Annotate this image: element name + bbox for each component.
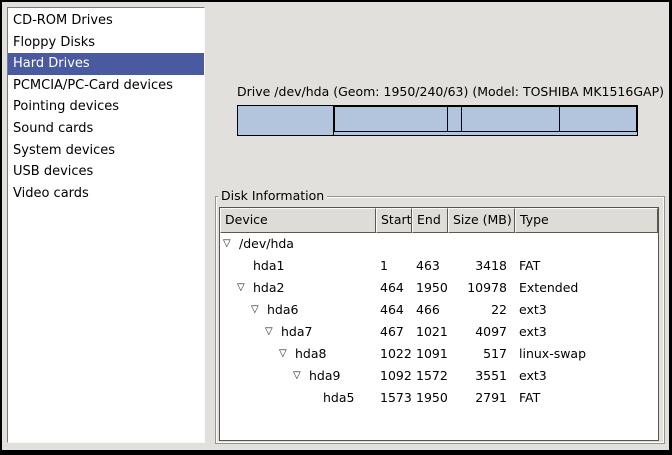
table-row-dev-hda[interactable]: ▽/dev/hda	[220, 233, 658, 255]
tree-indent	[220, 354, 279, 355]
cell-type: ext3	[515, 365, 658, 387]
sidebar-item-cd-rom-drives[interactable]: CD-ROM Drives	[8, 10, 204, 32]
cell-device: ▽hda8	[220, 343, 376, 365]
cell-type: ext3	[515, 299, 658, 321]
cell-device: ▽hda7	[220, 321, 376, 343]
table-row-hda1[interactable]: hda1 14633418FAT	[220, 255, 658, 277]
tree-indent	[220, 332, 265, 333]
sidebar-item-floppy-disks[interactable]: Floppy Disks	[8, 32, 204, 54]
cell-size: 517	[448, 343, 515, 365]
sidebar-item-pcmcia-pc-card-devices[interactable]: PCMCIA/PC-Card devices	[8, 75, 204, 97]
cell-type: FAT	[515, 255, 658, 277]
sidebar-item-sound-cards[interactable]: Sound cards	[8, 118, 204, 140]
cell-device: ▽/dev/hda	[220, 233, 376, 255]
expander-open-icon[interactable]: ▽	[265, 321, 281, 343]
cell-device: ▽hda6	[220, 299, 376, 321]
sidebar-item-video-cards[interactable]: Video cards	[8, 183, 204, 205]
cell-end: 463	[412, 255, 448, 277]
cell-end: 1950	[412, 387, 448, 409]
column-header-device[interactable]: Device	[220, 208, 376, 233]
cell-start: 1573	[376, 387, 412, 409]
disk-information-frame-label: Disk Information	[218, 188, 327, 204]
expander-open-icon[interactable]: ▽	[237, 277, 253, 299]
cell-size: 22	[448, 299, 515, 321]
table-row-hda5[interactable]: hda5 157319502791FAT	[220, 387, 658, 409]
cell-device: ▽hda9	[220, 365, 376, 387]
sidebar-item-system-devices[interactable]: System devices	[8, 140, 204, 162]
tree-indent	[220, 266, 237, 267]
cell-start: 1	[376, 255, 412, 277]
disk-table-header: DeviceStartEndSize (MB)Type	[220, 208, 658, 233]
cell-end: 1021	[412, 321, 448, 343]
disk-information-frame: Disk Information DeviceStartEndSize (MB)…	[215, 196, 665, 444]
device-label: hda5	[323, 387, 354, 409]
column-header-type[interactable]: Type	[515, 208, 658, 233]
expander-open-icon[interactable]: ▽	[293, 365, 309, 387]
cell-device: hda1	[220, 255, 376, 277]
logical-partition-boundary	[334, 107, 335, 131]
cell-type: ext3	[515, 321, 658, 343]
cell-type: Extended	[515, 277, 658, 299]
expander-open-icon[interactable]: ▽	[279, 343, 295, 365]
table-row-hda7[interactable]: ▽hda746710214097ext3	[220, 321, 658, 343]
device-label: hda1	[253, 255, 284, 277]
cell-type	[515, 233, 658, 255]
tree-indent	[220, 398, 307, 399]
tree-indent	[220, 288, 237, 289]
logical-partition-boundary	[447, 107, 448, 131]
extended-partition-box	[333, 106, 637, 132]
device-label: hda6	[267, 299, 298, 321]
cell-size: 3551	[448, 365, 515, 387]
expander-open-icon[interactable]: ▽	[251, 299, 267, 321]
device-label: /dev/hda	[239, 233, 294, 255]
table-row-hda6[interactable]: ▽hda646446622ext3	[220, 299, 658, 321]
cell-end: 1572	[412, 365, 448, 387]
cell-size: 2791	[448, 387, 515, 409]
logical-partition-boundary	[559, 107, 560, 131]
disk-table: DeviceStartEndSize (MB)Type ▽/dev/hdahda…	[219, 207, 659, 441]
cell-start: 467	[376, 321, 412, 343]
cell-device: ▽hda2	[220, 277, 376, 299]
cell-size	[448, 233, 515, 255]
sidebar-item-usb-devices[interactable]: USB devices	[8, 161, 204, 183]
table-row-hda9[interactable]: ▽hda9109215723551ext3	[220, 365, 658, 387]
logical-partition-boundary	[461, 107, 462, 131]
cell-end	[412, 233, 448, 255]
tree-indent	[220, 376, 293, 377]
cell-end: 466	[412, 299, 448, 321]
drive-partition-bar	[237, 105, 638, 136]
cell-end: 1950	[412, 277, 448, 299]
cell-size: 3418	[448, 255, 515, 277]
device-label: hda7	[281, 321, 312, 343]
cell-start: 464	[376, 299, 412, 321]
cell-type: FAT	[515, 387, 658, 409]
sidebar-item-hard-drives[interactable]: Hard Drives	[8, 53, 204, 75]
drive-title: Drive /dev/hda (Geom: 1950/240/63) (Mode…	[237, 84, 664, 99]
device-label: hda8	[295, 343, 326, 365]
column-header-end[interactable]: End	[412, 208, 448, 233]
disk-table-body: ▽/dev/hdahda114633418FAT▽hda246419501097…	[220, 233, 658, 409]
table-row-hda2[interactable]: ▽hda2464195010978Extended	[220, 277, 658, 299]
cell-start	[376, 233, 412, 255]
hardware-browser-window: CD-ROM DrivesFloppy DisksHard DrivesPCMC…	[0, 0, 672, 455]
cell-start: 1092	[376, 365, 412, 387]
table-row-hda8[interactable]: ▽hda810221091517linux-swap	[220, 343, 658, 365]
device-label: hda2	[253, 277, 284, 299]
cell-size: 10978	[448, 277, 515, 299]
cell-size: 4097	[448, 321, 515, 343]
cell-start: 1022	[376, 343, 412, 365]
sidebar-item-pointing-devices[interactable]: Pointing devices	[8, 96, 204, 118]
cell-end: 1091	[412, 343, 448, 365]
cell-device: hda5	[220, 387, 376, 409]
device-category-list: CD-ROM DrivesFloppy DisksHard DrivesPCMC…	[7, 7, 205, 443]
column-header-size-mb[interactable]: Size (MB)	[448, 208, 515, 233]
cell-start: 464	[376, 277, 412, 299]
device-label: hda9	[309, 365, 340, 387]
column-header-start[interactable]: Start	[376, 208, 412, 233]
tree-indent	[220, 310, 251, 311]
cell-type: linux-swap	[515, 343, 658, 365]
expander-open-icon[interactable]: ▽	[223, 233, 239, 255]
